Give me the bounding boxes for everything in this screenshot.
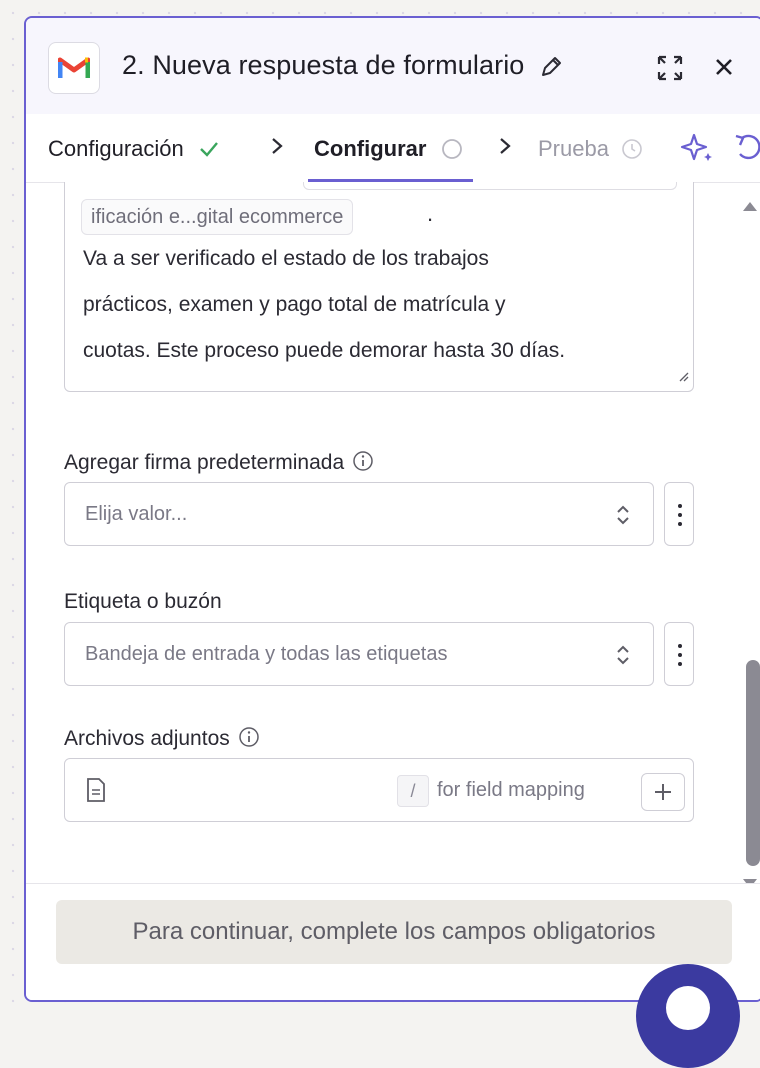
clock-icon xyxy=(622,139,642,159)
signature-select[interactable]: Elija valor... xyxy=(64,482,654,546)
mapped-field-pill[interactable]: ificación e...gital ecommerce xyxy=(81,199,354,235)
mailbox-more-button[interactable] xyxy=(664,622,694,686)
signature-placeholder: Elija valor... xyxy=(85,503,188,525)
tab-configurar[interactable]: Configurar xyxy=(314,136,463,162)
sparkle-icon[interactable] xyxy=(680,132,714,168)
tab-configuracion[interactable]: Configuración xyxy=(48,136,220,162)
slash-shortcut-key: / xyxy=(397,775,429,807)
chat-icon xyxy=(666,986,710,1030)
message-line: cuotas. Este proceso puede demorar hasta… xyxy=(83,339,566,362)
mailbox-label: Etiqueta o buzón xyxy=(64,590,222,613)
field-mapping-hint: for field mapping xyxy=(437,779,585,801)
scroll-up-arrow-icon[interactable] xyxy=(742,200,758,212)
chevron-right-icon xyxy=(270,136,284,162)
expand-icon[interactable] xyxy=(656,54,684,87)
info-icon[interactable] xyxy=(352,450,374,472)
signature-label: Agregar firma predeterminada xyxy=(64,450,374,475)
scrollbar-thumb[interactable] xyxy=(746,660,760,866)
signature-label-text: Agregar firma predeterminada xyxy=(64,451,345,474)
chat-launcher-button[interactable] xyxy=(636,964,740,1068)
signature-more-button[interactable] xyxy=(664,482,694,546)
gmail-logo xyxy=(48,42,100,94)
check-icon xyxy=(200,142,218,157)
add-attachment-button[interactable] xyxy=(641,773,685,811)
tab-label: Configuración xyxy=(48,136,184,161)
attachments-label-text: Archivos adjuntos xyxy=(64,727,230,750)
select-arrows-icon xyxy=(617,505,629,525)
resize-handle-icon[interactable] xyxy=(677,369,689,387)
mapped-field-pill-partial xyxy=(303,182,677,190)
pencil-icon[interactable] xyxy=(538,54,564,85)
close-icon[interactable] xyxy=(712,55,736,84)
step-tabs: Configuración Configurar Prueba xyxy=(26,114,760,183)
message-body-editor[interactable]: ificación e...gital ecommerce . Va a ser… xyxy=(64,182,694,392)
mailbox-value: Bandeja de entrada y todas las etiquetas xyxy=(85,643,448,665)
attachments-input[interactable]: / for field mapping xyxy=(64,758,694,822)
chevron-right-icon xyxy=(498,136,512,162)
undo-icon[interactable] xyxy=(732,132,760,168)
plus-icon xyxy=(655,784,671,800)
vertical-scrollbar[interactable] xyxy=(736,182,760,902)
mailbox-select[interactable]: Bandeja de entrada y todas las etiquetas xyxy=(64,622,654,686)
message-line: prácticos, examen y pago total de matríc… xyxy=(83,293,506,316)
panel-header: 2. Nueva respuesta de formulario xyxy=(26,18,760,114)
document-icon xyxy=(87,778,105,802)
step-title: 2. Nueva respuesta de formulario xyxy=(122,50,525,80)
select-arrows-icon xyxy=(617,645,629,665)
step-panel: 2. Nueva respuesta de formulario Configu… xyxy=(24,16,760,1002)
message-line: Va a ser verificado el estado de los tra… xyxy=(83,247,489,270)
attachments-label: Archivos adjuntos xyxy=(64,726,260,751)
tab-prueba[interactable]: Prueba xyxy=(538,136,643,162)
tab-label: Configurar xyxy=(314,136,427,161)
tab-label: Prueba xyxy=(538,136,609,161)
form-content: ificación e...gital ecommerce . Va a ser… xyxy=(26,182,760,884)
circle-icon xyxy=(441,139,462,159)
continue-button[interactable]: Para continuar, complete los campos obli… xyxy=(56,900,732,964)
info-icon[interactable] xyxy=(238,726,260,748)
pill-suffix-text: . xyxy=(427,201,434,226)
